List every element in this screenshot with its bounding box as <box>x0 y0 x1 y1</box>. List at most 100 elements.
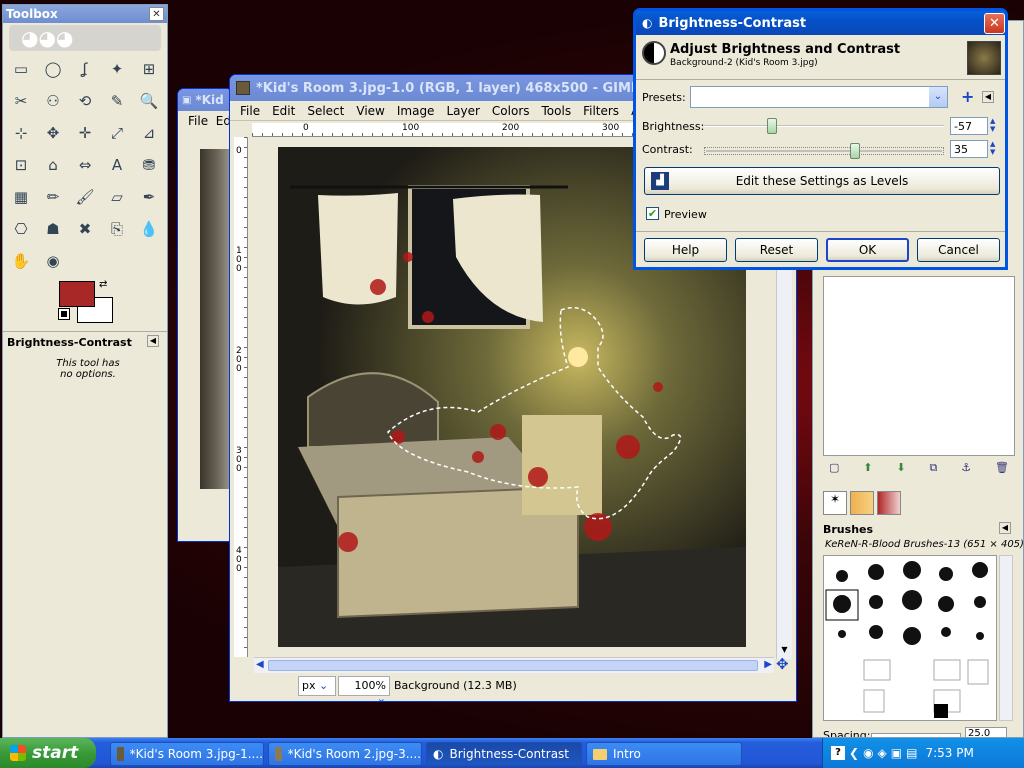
airbrush-tool-icon[interactable]: ⎔ <box>9 217 33 241</box>
anchor-layer-icon[interactable]: ⚓ <box>961 461 971 479</box>
tray-icon-1[interactable]: ◉ <box>863 746 873 760</box>
navigate-icon[interactable]: ✥ <box>776 655 789 673</box>
zoom-tool-icon[interactable]: 🔍 <box>137 89 161 113</box>
dodge-burn-tool-icon[interactable]: ◉ <box>41 249 65 273</box>
menu-colors[interactable]: Colors <box>486 104 536 118</box>
brightness-slider[interactable] <box>704 118 944 134</box>
perspective-tool-icon[interactable]: ⇔ <box>73 153 97 177</box>
bg-image-window[interactable]: ▣ *Kid File Ed <box>177 88 233 542</box>
fuzzy-select-tool-icon[interactable]: ✦ <box>105 57 129 81</box>
shear-tool-icon[interactable]: ⌂ <box>41 153 65 177</box>
presets-dropdown-arrow[interactable]: ⌄ <box>929 87 947 107</box>
bg-menu-file[interactable]: File <box>188 114 208 128</box>
default-colors-icon[interactable] <box>58 308 70 320</box>
brushes-tab-icon[interactable]: ✶ <box>823 491 847 515</box>
ok-button[interactable]: OK <box>826 238 909 262</box>
lower-layer-icon[interactable]: ⬇ <box>896 461 905 479</box>
brushes-scrollbar[interactable] <box>999 555 1013 721</box>
raise-layer-icon[interactable]: ⬆ <box>863 461 872 479</box>
taskbar-item-kids-room-2[interactable]: *Kid's Room 2.jpg-3.... <box>268 742 422 766</box>
tray-icon-4[interactable]: ▤ <box>906 746 917 760</box>
menu-edit[interactable]: Edit <box>266 104 301 118</box>
scale-tool-icon[interactable]: ⊡ <box>9 153 33 177</box>
brightness-input[interactable]: -57 <box>950 117 988 135</box>
presets-menu-icon[interactable]: ◀ <box>982 91 994 103</box>
tray-icon-3[interactable]: ▣ <box>891 746 902 760</box>
contrast-input[interactable]: 35 <box>950 140 988 158</box>
blend-tool-icon[interactable]: ✏ <box>41 185 65 209</box>
brightness-contrast-dialog: ◐ Brightness-Contrast ✕ Adjust Brightnes… <box>633 8 1008 270</box>
menu-file[interactable]: File <box>234 104 266 118</box>
eraser-tool-icon[interactable]: ✒ <box>137 185 161 209</box>
paintbrush-tool-icon[interactable]: ▱ <box>105 185 129 209</box>
layers-list[interactable] <box>823 276 1015 456</box>
foreground-select-tool-icon[interactable]: ⚇ <box>41 89 65 113</box>
zoom-select[interactable]: 100% ⌄ <box>338 676 390 701</box>
heal-tool-icon[interactable]: ⎘ <box>105 217 129 241</box>
menu-filters[interactable]: Filters <box>577 104 625 118</box>
bucket-fill-tool-icon[interactable]: ▦ <box>9 185 33 209</box>
taskbar-item-intro[interactable]: Intro <box>586 742 742 766</box>
tool-options-menu-icon[interactable]: ◀ <box>147 335 159 347</box>
delete-layer-icon[interactable]: 🗑 <box>995 461 1009 479</box>
ink-tool-icon[interactable]: ☗ <box>41 217 65 241</box>
menu-select[interactable]: Select <box>301 104 350 118</box>
flip-tool-icon[interactable]: A <box>105 153 129 177</box>
perspective-clone-tool-icon[interactable]: 💧 <box>137 217 161 241</box>
text-tool-icon[interactable]: ⛃ <box>137 153 161 177</box>
align-tool-icon[interactable]: ✛ <box>73 121 97 145</box>
dock-tabs: ✶ <box>823 491 901 515</box>
contrast-slider[interactable] <box>704 143 944 159</box>
preview-checkbox[interactable]: ✔ <box>646 207 659 220</box>
dialog-close-button[interactable]: ✕ <box>984 13 1005 34</box>
start-button[interactable]: start <box>0 738 96 768</box>
toolbox-close-button[interactable]: ✕ <box>149 7 164 21</box>
move-tool-icon[interactable]: ✥ <box>41 121 65 145</box>
color-picker-tool-icon[interactable]: ✎ <box>105 89 129 113</box>
free-select-tool-icon[interactable]: ʆ <box>73 57 97 81</box>
unit-select[interactable]: px ⌄ <box>298 676 336 696</box>
swap-colors-icon[interactable]: ⇄ <box>99 279 107 290</box>
gradients-tab-icon[interactable] <box>877 491 901 515</box>
contrast-spin[interactable]: ▲ ▼ <box>990 140 1000 158</box>
tray-arrow-icon[interactable]: ❮ <box>849 746 859 760</box>
brightness-slider-thumb[interactable] <box>766 118 777 134</box>
rect-select-tool-icon[interactable]: ▭ <box>9 57 33 81</box>
edit-as-levels-button[interactable]: ▟ Edit these Settings as Levels <box>644 167 1000 195</box>
add-preset-icon[interactable]: + <box>961 87 974 106</box>
menu-tools[interactable]: Tools <box>536 104 578 118</box>
help-tray-icon[interactable]: ? <box>831 746 845 760</box>
duplicate-layer-icon[interactable]: ⧉ <box>930 461 938 479</box>
pencil-tool-icon[interactable]: 🖌 <box>73 185 97 209</box>
color-select-tool-icon[interactable]: ⊞ <box>137 57 161 81</box>
clone-tool-icon[interactable]: ✖ <box>73 217 97 241</box>
rotate-tool-icon[interactable]: ⊿ <box>137 121 161 145</box>
ellipse-select-tool-icon[interactable]: ◯ <box>41 57 65 81</box>
menu-layer[interactable]: Layer <box>440 104 485 118</box>
contrast-slider-thumb[interactable] <box>850 143 861 159</box>
new-layer-icon[interactable]: ▢ <box>829 461 839 479</box>
cancel-button[interactable]: Cancel <box>917 238 1000 262</box>
menu-image[interactable]: Image <box>391 104 441 118</box>
image-horizontal-scrollbar[interactable]: ◀ ▶ <box>254 657 774 673</box>
measure-tool-icon[interactable]: ⊹ <box>9 121 33 145</box>
brightness-spin[interactable]: ▲ ▼ <box>990 117 1000 135</box>
fg-color-swatch-front[interactable] <box>59 281 95 307</box>
crop-tool-icon[interactable]: ⤢ <box>105 121 129 145</box>
reset-button[interactable]: Reset <box>735 238 818 262</box>
tray-icon-2[interactable]: ◈ <box>878 746 887 760</box>
toolbox-title: Toolbox <box>6 7 58 21</box>
help-button[interactable]: Help <box>644 238 727 262</box>
brushes-grid[interactable] <box>823 555 997 721</box>
menu-view[interactable]: View <box>350 104 390 118</box>
ruler-v-0: 0 <box>236 146 242 156</box>
paths-tool-icon[interactable]: ⟲ <box>73 89 97 113</box>
scissors-tool-icon[interactable]: ✂ <box>9 89 33 113</box>
spacing-input[interactable]: 25.0 <box>965 727 1007 737</box>
brushes-menu-icon[interactable]: ◀ <box>999 522 1011 534</box>
presets-combo[interactable]: ⌄ <box>690 86 948 108</box>
patterns-tab-icon[interactable] <box>850 491 874 515</box>
taskbar-item-kids-room-3[interactable]: *Kid's Room 3.jpg-1.... <box>110 742 264 766</box>
smudge-tool-icon[interactable]: ✋ <box>9 249 33 273</box>
taskbar-item-brightness-contrast[interactable]: ◐ Brightness-Contrast <box>426 742 582 766</box>
